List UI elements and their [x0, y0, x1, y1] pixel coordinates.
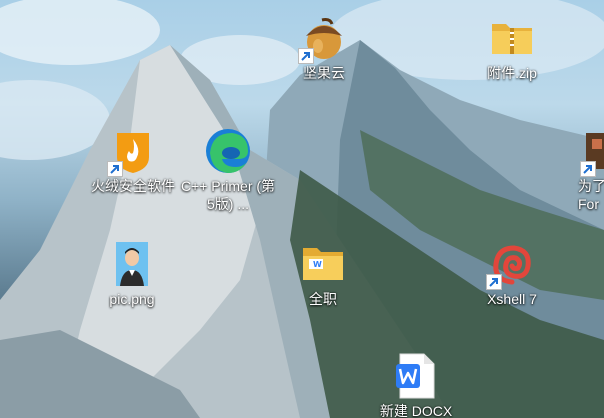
edge-browser-icon: [204, 127, 252, 175]
desktop[interactable]: 坚果云 附件.zip 火绒安全软件 C++ Primer (第5版) ... 为…: [0, 0, 604, 418]
shortcut-arrow-icon: [298, 48, 314, 64]
desktop-icon-cpp-primer[interactable]: C++ Primer (第5版) ...: [180, 127, 276, 213]
desktop-icon-partial-app[interactable]: 为了 For: [556, 127, 604, 213]
desktop-icon-label: 为了: [578, 178, 604, 194]
desktop-icon-xshell[interactable]: Xshell 7: [464, 240, 560, 308]
desktop-icon-fulltime-folder[interactable]: W 全职: [275, 240, 371, 308]
folder-icon: W: [299, 240, 347, 288]
svg-text:W: W: [313, 260, 322, 269]
nutstore-icon: [298, 14, 348, 64]
app-icon: [580, 127, 604, 177]
wps-doc-icon: [392, 352, 440, 400]
desktop-icon-label: 全职: [309, 291, 337, 307]
desktop-icon-label: pic.png: [109, 291, 155, 307]
zip-folder-icon: [488, 14, 536, 62]
image-thumbnail-icon: [108, 240, 156, 288]
desktop-icon-label: 新建 DOCX: [379, 403, 453, 418]
desktop-icon-huorong[interactable]: 火绒安全软件: [85, 127, 181, 195]
desktop-icon-label: 火绒安全软件: [91, 178, 175, 194]
desktop-icon-label: 坚果云: [303, 65, 345, 81]
desktop-icon-label: C++ Primer (第5版) ...: [180, 178, 276, 212]
desktop-icon-zip[interactable]: 附件.zip: [464, 14, 560, 82]
shortcut-arrow-icon: [107, 161, 123, 177]
huorong-security-icon: [107, 127, 157, 177]
desktop-icon-nutstore[interactable]: 坚果云: [276, 14, 372, 82]
shortcut-arrow-icon: [486, 274, 502, 290]
shortcut-arrow-icon: [580, 161, 596, 177]
desktop-icon-label: 附件.zip: [487, 65, 537, 81]
desktop-icon-new-docx[interactable]: 新建 DOCX: [368, 352, 464, 418]
desktop-icon-pic[interactable]: pic.png: [84, 240, 180, 308]
desktop-icon-label: Xshell 7: [487, 291, 537, 307]
desktop-icon-label-line2: For: [578, 196, 599, 212]
xshell-icon: [486, 240, 536, 290]
